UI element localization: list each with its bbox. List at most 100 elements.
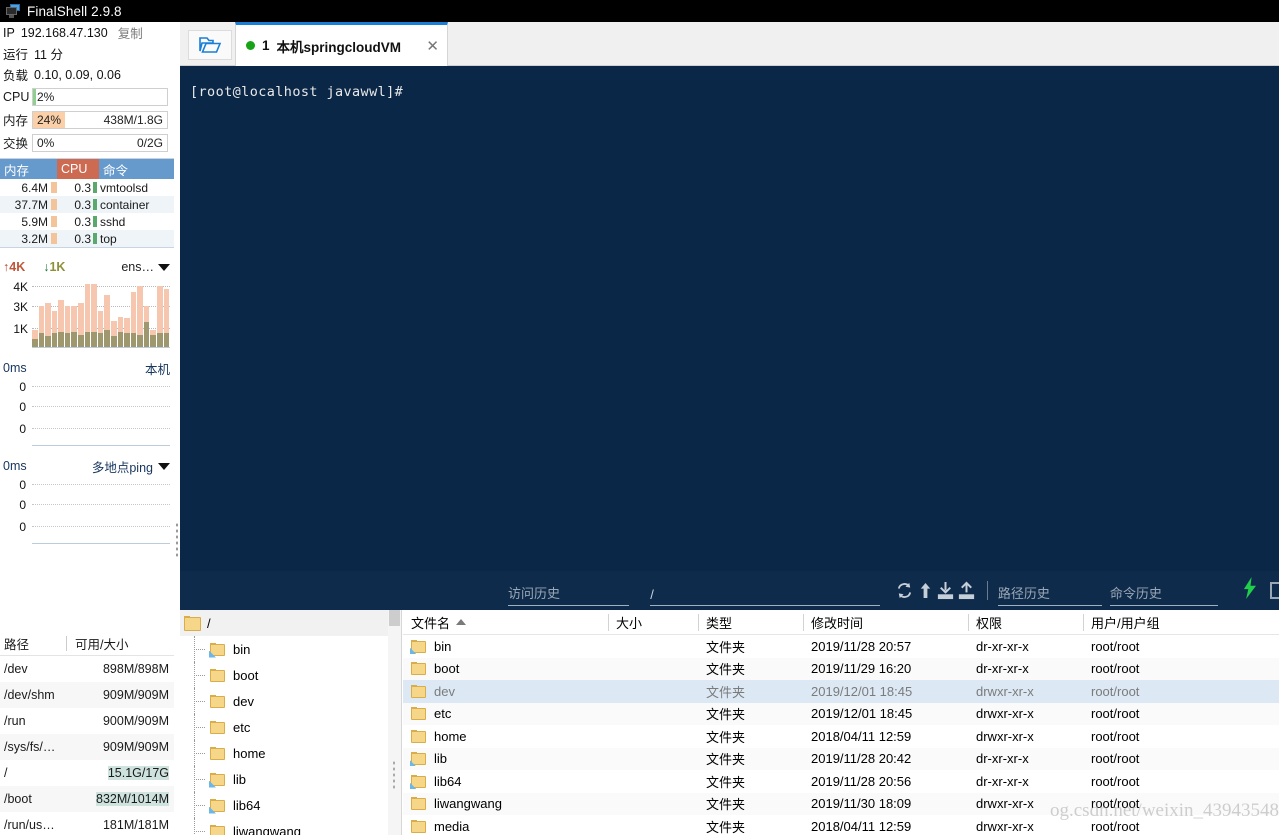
file-owner: root/root — [1091, 796, 1140, 812]
process-col-mem[interactable]: 内存 — [0, 159, 57, 179]
tree-scrollbar-thumb[interactable] — [389, 610, 400, 626]
command-history-field[interactable]: 命令历史 — [1109, 576, 1219, 606]
multi-ping-header: 0ms 多地点ping — [0, 456, 174, 476]
tab-strip: 1 本机springcloudVM ✕ — [180, 22, 1279, 66]
disk-row[interactable]: /dev/shm 909M/909M — [0, 682, 174, 708]
file-owner: root/root — [1091, 638, 1140, 654]
tree-item-lib[interactable]: lib — [180, 766, 401, 792]
tree-item-dev[interactable]: dev — [180, 688, 401, 714]
table-row[interactable]: lib 文件夹 2019/11/28 20:42 dr-xr-xr-x root/roo… — [403, 747, 1279, 770]
visit-history-label: 访问历史 — [508, 585, 561, 601]
multi-ping-selector[interactable]: 多地点ping — [92, 457, 170, 476]
panel-toggle-icon[interactable] — [1270, 582, 1279, 599]
file-owner: root/root — [1091, 706, 1140, 722]
network-bar-group — [97, 278, 105, 347]
tree-item-boot[interactable]: boot — [180, 662, 401, 688]
process-mem: 3.2M — [21, 231, 48, 246]
table-row[interactable]: liwangwang 文件夹 2019/11/30 18:09 drwxr-xr-x r… — [403, 792, 1279, 815]
download-rate: 1K — [49, 260, 66, 274]
process-table-header: 内存 CPU 命令 — [0, 159, 174, 179]
file-col-mtime[interactable]: 修改时间 — [803, 610, 968, 635]
network-bar-group — [150, 278, 157, 347]
tree-item-bin[interactable]: bin — [180, 636, 401, 662]
folder-icon — [210, 694, 225, 708]
tree-item-label: liwangwang — [233, 823, 301, 835]
file-col-owner[interactable]: 用户/用户组 — [1083, 610, 1279, 635]
table-row[interactable]: media 文件夹 2018/04/11 12:59 drwxr-xr-x root/r… — [403, 815, 1279, 835]
path-history-field[interactable]: 路径历史 — [997, 576, 1102, 606]
tree-root-item[interactable]: / — [180, 610, 401, 636]
file-perm: drwxr-xr-x — [976, 796, 1034, 812]
network-bar-group — [91, 278, 98, 347]
table-row[interactable]: dev 文件夹 2019/12/01 18:45 drwxr-xr-x root/roo… — [403, 680, 1279, 703]
file-name-cell: boot — [403, 661, 608, 676]
network-bar-group — [104, 278, 111, 347]
disk-row[interactable]: /run/us… 181M/181M — [0, 812, 174, 835]
close-icon[interactable]: ✕ — [426, 37, 439, 55]
network-interface-selector[interactable]: ens… — [121, 260, 170, 274]
disk-rows: /dev 898M/898M/dev/shm 909M/909M/run 900M/9… — [0, 656, 174, 835]
tree-scrollbar[interactable] — [388, 610, 401, 835]
tree-item-etc[interactable]: etc — [180, 714, 401, 740]
network-chart: 4K 3K 1K — [0, 278, 174, 348]
network-bar-group — [51, 278, 59, 347]
process-cmd: sshd — [100, 214, 126, 229]
process-col-cpu[interactable]: CPU — [57, 159, 99, 179]
table-row[interactable]: lib64 文件夹 2019/11/28 20:56 dr-xr-xr-x root/r… — [403, 770, 1279, 793]
copy-ip-button[interactable]: 复制 — [118, 23, 143, 42]
disk-row[interactable]: /sys/fs/… 909M/909M — [0, 734, 174, 760]
process-col-cmd[interactable]: 命令 — [99, 159, 174, 179]
local-ping-chart: 0 0 0 — [0, 378, 174, 446]
process-row[interactable]: 37.7M 0.3 container — [0, 196, 174, 213]
upload-button[interactable] — [956, 579, 977, 603]
tab-label: 本机springcloudVM — [276, 39, 402, 55]
directory-tree-panel[interactable]: / bin boot dev etc home lib lib64 liwangwang — [180, 610, 402, 835]
tree-item-liwangwang[interactable]: liwangwang — [180, 818, 401, 835]
process-mem: 37.7M — [14, 197, 48, 212]
local-ping-widget: 0ms 本机 0 0 0 — [0, 358, 174, 446]
disk-usage-table[interactable]: 路径 可用/大小 /dev 898M/898M/dev/shm 909M/909M /… — [0, 632, 174, 835]
lightning-bolt-button[interactable] — [1242, 577, 1259, 604]
disk-row[interactable]: /boot 832M/1014M — [0, 786, 174, 812]
file-col-type[interactable]: 类型 — [698, 610, 803, 635]
file-manager-toolbar: 访问历史 / 路径历史 命令历史 — [180, 571, 1279, 610]
file-col-name[interactable]: 文件名 — [403, 610, 608, 635]
disk-col-path[interactable]: 路径 — [0, 634, 66, 653]
open-folder-button[interactable] — [188, 30, 232, 60]
process-cpu: 0.3 — [74, 197, 91, 212]
terminal-output[interactable]: [root@localhost javawwl]# — [180, 66, 1279, 571]
file-list-panel[interactable]: 文件名 大小 类型 修改时间 权限 用户/用户组 bin 文件夹 2019/11/2… — [403, 610, 1279, 835]
disk-row[interactable]: / 15.1G/17G — [0, 760, 174, 786]
tree-item-lib64[interactable]: lib64 — [180, 792, 401, 818]
file-col-size[interactable]: 大小 — [608, 610, 698, 635]
process-row[interactable]: 3.2M 0.3 top — [0, 230, 174, 247]
tree-item-home[interactable]: home — [180, 740, 401, 766]
download-button[interactable] — [935, 579, 956, 603]
disk-row[interactable]: /run 900M/909M — [0, 708, 174, 734]
current-path-field[interactable]: / — [650, 576, 880, 606]
table-row[interactable]: bin 文件夹 2019/11/28 20:57 dr-xr-xr-x root/roo… — [403, 635, 1279, 658]
process-row[interactable]: 6.4M 0.3 vmtoolsd — [0, 179, 174, 196]
process-cpu: 0.3 — [74, 214, 91, 229]
file-owner: root/root — [1091, 773, 1140, 789]
file-col-perm[interactable]: 权限 — [968, 610, 1083, 635]
file-perm: dr-xr-xr-x — [976, 638, 1029, 654]
visit-history-field[interactable]: 访问历史 — [508, 576, 630, 606]
up-level-button[interactable] — [915, 579, 936, 603]
lightning-bolt-icon — [1243, 577, 1257, 599]
table-row[interactable]: etc 文件夹 2019/12/01 18:45 drwxr-xr-x root/roo… — [403, 702, 1279, 725]
file-name: etc — [434, 706, 452, 722]
gauge-percent: 24% — [37, 112, 62, 127]
disk-col-size[interactable]: 可用/大小 — [67, 634, 174, 653]
terminal-tab-1[interactable]: 1 本机springcloudVM ✕ — [235, 22, 448, 66]
process-row[interactable]: 5.9M 0.3 sshd — [0, 213, 174, 230]
refresh-button[interactable] — [894, 579, 915, 603]
disk-row[interactable]: /dev 898M/898M — [0, 656, 174, 682]
disk-path: /sys/fs/… — [4, 740, 56, 754]
title-bar: FinalShell 2.9.8 — [0, 0, 1279, 22]
network-bar-group — [84, 278, 92, 347]
table-row[interactable]: boot 文件夹 2019/11/29 16:20 dr-xr-xr-x root/ro… — [403, 657, 1279, 680]
process-table[interactable]: 内存 CPU 命令 6.4M 0.3 vmtoolsd 37.7M 0.3 contain… — [0, 158, 174, 248]
terminal-line-0: [root@localhost javawwl]# — [190, 84, 404, 100]
table-row[interactable]: home 文件夹 2018/04/11 12:59 drwxr-xr-x root/ro… — [403, 725, 1279, 748]
